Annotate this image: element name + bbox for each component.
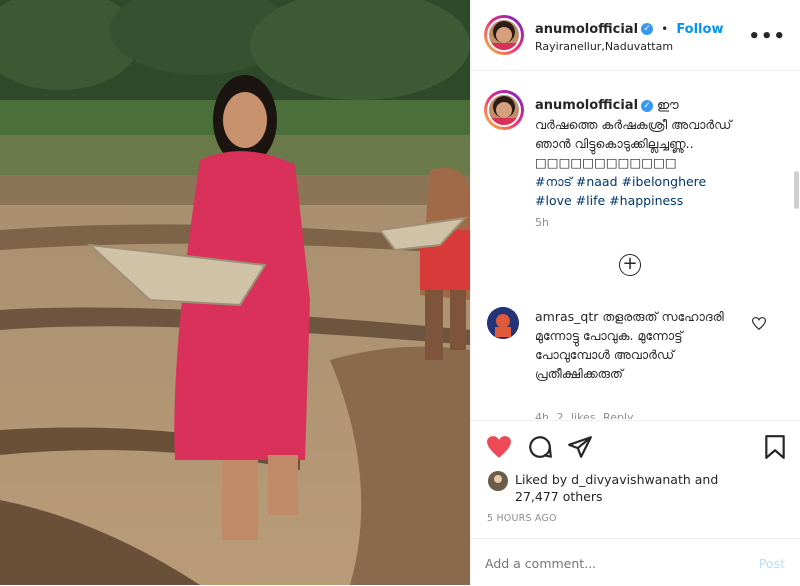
caption-verified-icon: ✓ (641, 99, 654, 112)
liked-by-text: Liked by d_divyavishwanath and 27,477 ot… (515, 471, 775, 505)
post-side-panel: anumolofficial ✓ • Follow Rayiranellur,Na… (470, 0, 800, 585)
comment-meta[interactable]: 4h 2 likes Reply (535, 411, 634, 419)
hashtag[interactable]: #happiness (609, 193, 683, 208)
share-icon[interactable] (567, 434, 593, 464)
liked-by-avatar[interactable] (488, 471, 508, 491)
comments-scrollbar[interactable] (794, 171, 799, 209)
post-time[interactable]: 5 HOURS AGO (487, 513, 557, 524)
header-separator: • (661, 22, 669, 36)
hashtag[interactable]: #നാട് (535, 174, 572, 189)
caption-timestamp[interactable]: 5h (535, 216, 549, 229)
hashtag[interactable]: #life (576, 193, 606, 208)
follow-button[interactable]: Follow (676, 22, 723, 37)
hashtag[interactable]: #ibelonghere (622, 174, 707, 189)
post-actions: Liked by d_divyavishwanath and 27,477 ot… (471, 420, 800, 539)
liked-by-and: and (690, 472, 719, 487)
post-photo[interactable] (0, 0, 470, 585)
liked-by-user[interactable]: d_divyavishwanath (571, 472, 691, 487)
avatar[interactable] (487, 18, 521, 52)
post-header: anumolofficial ✓ • Follow Rayiranellur,Na… (471, 0, 800, 71)
bookmark-icon[interactable] (764, 434, 786, 464)
comment-heart-icon[interactable] (751, 315, 767, 334)
comment-avatar[interactable] (487, 307, 519, 339)
caption: anumolofficial ✓ ഈ വർഷത്തെ കർഷകശ്രീ അവാർഡ… (535, 95, 745, 210)
add-comment-input[interactable] (485, 552, 735, 574)
comments-section[interactable]: anumolofficial ✓ ഈ വർഷത്തെ കർഷകശ്രീ അവാർഡ… (471, 71, 800, 419)
add-comment-bar: Post (471, 538, 800, 586)
likes-count[interactable]: 27,477 others (515, 489, 603, 504)
liked-by-prefix: Liked by (515, 472, 572, 487)
more-horizontal-icon[interactable]: ••• (748, 26, 786, 47)
comment-icon[interactable] (527, 434, 553, 464)
hashtag[interactable]: #naad (576, 174, 618, 189)
verified-icon: ✓ (641, 22, 654, 35)
comment: amras_qtr തളരരുത് സഹോദരി മുന്നോട്ടു പോവു… (535, 307, 735, 383)
load-more-comments-icon[interactable]: + (619, 254, 641, 276)
heart-filled-icon[interactable] (486, 435, 512, 463)
post-username[interactable]: anumolofficial (535, 22, 638, 37)
comment-username[interactable]: amras_qtr (535, 309, 598, 324)
hashtag[interactable]: #love (535, 193, 572, 208)
caption-avatar[interactable] (487, 93, 521, 127)
caption-username[interactable]: anumolofficial (535, 98, 638, 113)
post-location[interactable]: Rayiranellur,Naduvattam (535, 40, 673, 53)
post-comment-button[interactable]: Post (759, 556, 785, 571)
